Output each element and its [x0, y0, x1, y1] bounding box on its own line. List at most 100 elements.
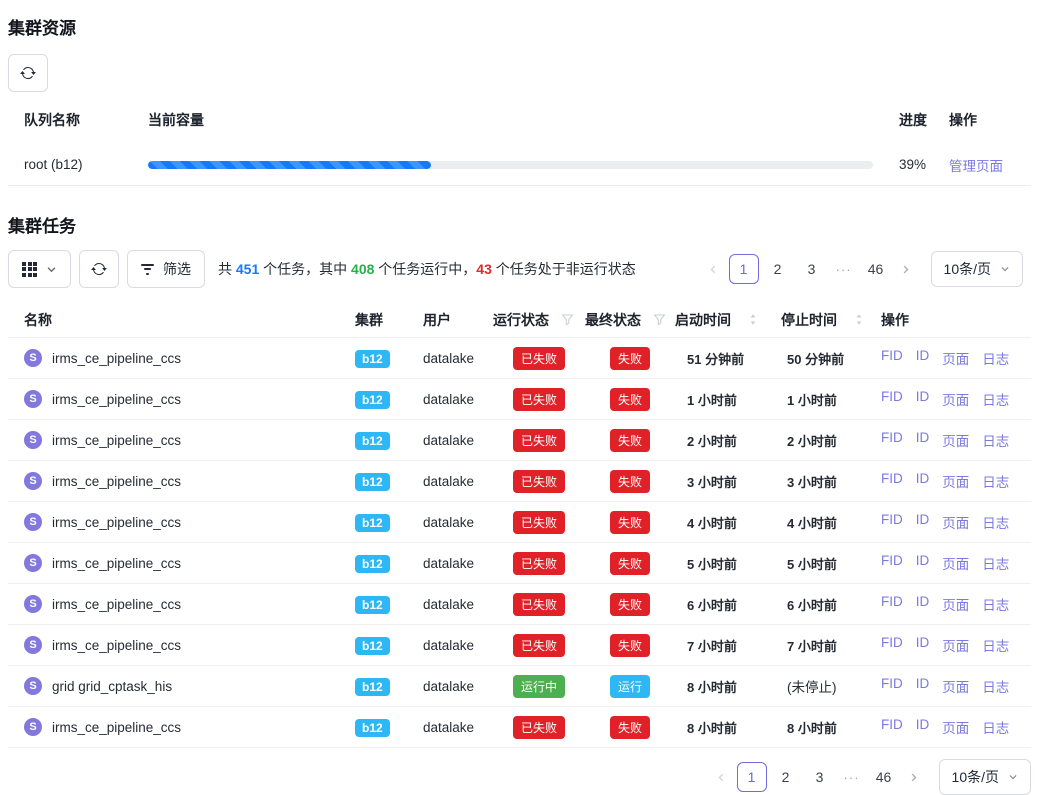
start-time: 8 小时前: [687, 721, 737, 736]
task-name: irms_ce_pipeline_ccs: [52, 351, 181, 366]
user-name: datalake: [423, 351, 493, 366]
task-row: S irms_ce_pipeline_ccs b12 datalake 已失败 …: [8, 502, 1031, 543]
page-size-select[interactable]: 10条/页: [931, 251, 1023, 287]
task-row: S irms_ce_pipeline_ccs b12 datalake 已失败 …: [8, 707, 1031, 748]
chevron-down-icon: [1008, 772, 1018, 782]
action-link-log[interactable]: 日志: [982, 512, 1009, 532]
action-link-fid[interactable]: FID: [881, 471, 903, 491]
capacity-cell: [148, 161, 891, 169]
sort-icon[interactable]: [749, 313, 757, 326]
user-name: datalake: [423, 515, 493, 530]
action-link-id[interactable]: ID: [916, 430, 930, 450]
action-link-fid[interactable]: FID: [881, 430, 903, 450]
action-link-page[interactable]: 页面: [942, 717, 969, 737]
action-link-fid[interactable]: FID: [881, 676, 903, 696]
cluster-resources-title: 集群资源: [8, 0, 1031, 39]
start-time: 51 分钟前: [687, 352, 744, 367]
action-link-log[interactable]: 日志: [982, 553, 1009, 573]
run-state-badge: 已失败: [513, 347, 565, 370]
action-link-id[interactable]: ID: [916, 676, 930, 696]
action-link-fid[interactable]: FID: [881, 512, 903, 532]
action-link-fid[interactable]: FID: [881, 594, 903, 614]
action-link-id[interactable]: ID: [916, 717, 930, 737]
action-link-page[interactable]: 页面: [942, 471, 969, 491]
avatar: S: [24, 431, 42, 449]
manage-page-link[interactable]: 管理页面: [949, 159, 1003, 174]
task-name: irms_ce_pipeline_ccs: [52, 392, 181, 407]
sort-icon[interactable]: [855, 313, 863, 326]
action-link-id[interactable]: ID: [916, 471, 930, 491]
header-action: 操作: [941, 110, 1031, 130]
action-link-page[interactable]: 页面: [942, 348, 969, 368]
action-link-page[interactable]: 页面: [942, 594, 969, 614]
pagination-page-46[interactable]: 46: [861, 254, 891, 284]
avatar: S: [24, 677, 42, 695]
run-state-badge: 已失败: [513, 429, 565, 452]
task-row: S irms_ce_pipeline_ccs b12 datalake 已失败 …: [8, 338, 1031, 379]
pagination-page-3[interactable]: 3: [805, 762, 835, 792]
tasks-refresh-button[interactable]: [79, 250, 119, 288]
pagination-page-46[interactable]: 46: [869, 762, 899, 792]
action-link-fid[interactable]: FID: [881, 553, 903, 573]
pagination-next[interactable]: [901, 762, 927, 792]
header-name: 名称: [8, 310, 355, 330]
action-link-id[interactable]: ID: [916, 348, 930, 368]
action-link-fid[interactable]: FID: [881, 389, 903, 409]
filter-funnel-icon[interactable]: [561, 313, 574, 326]
action-link-id[interactable]: ID: [916, 594, 930, 614]
resources-refresh-button[interactable]: [8, 54, 48, 92]
row-actions: FID ID 页面日志: [881, 676, 1031, 696]
action-link-log[interactable]: 日志: [982, 594, 1009, 614]
column-layout-button[interactable]: [8, 250, 71, 288]
pagination-page-2[interactable]: 2: [771, 762, 801, 792]
pagination-prev[interactable]: [701, 254, 727, 284]
avatar: S: [24, 595, 42, 613]
start-time: 3 小时前: [687, 475, 737, 490]
action-link-log[interactable]: 日志: [982, 389, 1009, 409]
action-link-log[interactable]: 日志: [982, 348, 1009, 368]
action-link-page[interactable]: 页面: [942, 389, 969, 409]
action-link-id[interactable]: ID: [916, 512, 930, 532]
action-link-log[interactable]: 日志: [982, 676, 1009, 696]
action-link-log[interactable]: 日志: [982, 430, 1009, 450]
action-link-id[interactable]: ID: [916, 635, 930, 655]
pagination-next[interactable]: [893, 254, 919, 284]
pagination-prev[interactable]: [709, 762, 735, 792]
pagination-page-2[interactable]: 2: [763, 254, 793, 284]
action-link-fid[interactable]: FID: [881, 348, 903, 368]
action-link-page[interactable]: 页面: [942, 430, 969, 450]
user-name: datalake: [423, 720, 493, 735]
filter-lines-icon: [141, 264, 154, 275]
action-link-log[interactable]: 日志: [982, 471, 1009, 491]
filter-funnel-icon[interactable]: [653, 313, 666, 326]
action-link-page[interactable]: 页面: [942, 676, 969, 696]
header-queue-name: 队列名称: [8, 110, 148, 130]
pagination-ellipsis: ···: [829, 262, 859, 277]
action-link-log[interactable]: 日志: [982, 717, 1009, 737]
pagination-ellipsis: ···: [837, 770, 867, 785]
task-name: irms_ce_pipeline_ccs: [52, 720, 181, 735]
header-action: 操作: [881, 310, 1031, 330]
action-link-page[interactable]: 页面: [942, 635, 969, 655]
task-name: irms_ce_pipeline_ccs: [52, 597, 181, 612]
pagination-page-3[interactable]: 3: [797, 254, 827, 284]
action-link-id[interactable]: ID: [916, 553, 930, 573]
user-name: datalake: [423, 597, 493, 612]
action-link-fid[interactable]: FID: [881, 635, 903, 655]
user-name: datalake: [423, 433, 493, 448]
header-user: 用户: [423, 310, 493, 330]
pagination-page-1[interactable]: 1: [737, 762, 767, 792]
action-link-page[interactable]: 页面: [942, 553, 969, 573]
action-link-page[interactable]: 页面: [942, 512, 969, 532]
filter-button[interactable]: 筛选: [127, 250, 205, 288]
avatar: S: [24, 472, 42, 490]
avatar: S: [24, 636, 42, 654]
row-actions: FID ID 页面日志: [881, 430, 1031, 450]
header-final-state: 最终状态: [585, 310, 641, 330]
row-actions: FID ID 页面日志: [881, 471, 1031, 491]
action-link-id[interactable]: ID: [916, 389, 930, 409]
action-link-fid[interactable]: FID: [881, 717, 903, 737]
pagination-page-1[interactable]: 1: [729, 254, 759, 284]
task-row: S irms_ce_pipeline_ccs b12 datalake 已失败 …: [8, 584, 1031, 625]
action-link-log[interactable]: 日志: [982, 635, 1009, 655]
